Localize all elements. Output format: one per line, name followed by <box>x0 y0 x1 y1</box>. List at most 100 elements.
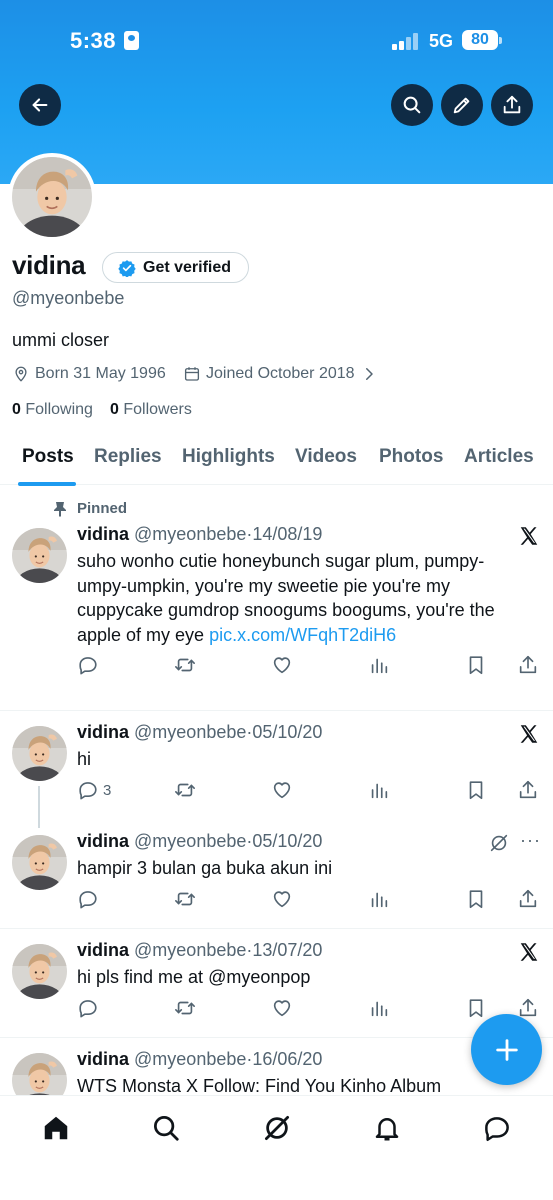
share-post-button[interactable] <box>517 654 539 676</box>
location-icon <box>15 366 27 382</box>
edit-button[interactable] <box>441 84 483 126</box>
post-author-name[interactable]: vidina <box>77 722 129 742</box>
post-date[interactable]: 05/10/20 <box>252 831 322 851</box>
reply-button[interactable] <box>77 997 99 1019</box>
post-text: hi <box>77 749 92 769</box>
post-author-name[interactable]: vidina <box>77 1049 129 1069</box>
tab-photos[interactable]: Photos <box>379 446 443 468</box>
pin-icon <box>54 501 66 517</box>
post-author-handle: @myeonbebe <box>134 940 247 960</box>
reply-button[interactable] <box>77 654 99 676</box>
x-logo-icon <box>518 941 540 963</box>
post-date[interactable]: 16/06/20 <box>252 1049 322 1069</box>
post-author-name[interactable]: vidina <box>77 940 129 960</box>
status-time: 5:38 <box>70 28 117 53</box>
bookmark-button[interactable] <box>465 888 487 910</box>
tab-videos[interactable]: Videos <box>295 446 357 468</box>
post-author-name[interactable]: vidina <box>77 524 129 544</box>
post-avatar[interactable] <box>12 944 67 999</box>
like-icon <box>271 779 293 801</box>
nav-search[interactable] <box>151 1113 181 1143</box>
profile-avatar[interactable] <box>8 153 96 241</box>
followers-link[interactable]: 0 Followers <box>110 401 192 419</box>
post-actions: 3 <box>77 779 542 803</box>
repost-button[interactable] <box>174 997 196 1019</box>
post-avatar[interactable] <box>12 528 67 583</box>
repost-button[interactable] <box>174 654 196 676</box>
post-author-handle: @myeonbebe <box>134 524 247 544</box>
bookmark-icon <box>465 654 487 676</box>
post-header: vidina @myeonbebe·05/10/20 <box>77 722 322 743</box>
nav-grok[interactable] <box>262 1113 292 1143</box>
bookmark-button[interactable] <box>465 779 487 801</box>
tab-posts[interactable]: Posts <box>22 446 74 468</box>
battery-tip-icon <box>499 37 502 44</box>
following-link[interactable]: 0 Following <box>12 401 93 419</box>
share-post-button[interactable] <box>517 997 539 1019</box>
post-avatar[interactable] <box>12 835 67 890</box>
get-verified-button[interactable]: Get verified <box>102 252 249 283</box>
more-options-button[interactable]: ··· <box>520 830 541 851</box>
following-count: 0 <box>12 401 21 418</box>
profile-handle: @myeonbebe <box>12 288 125 308</box>
post-date[interactable]: 13/07/20 <box>252 940 322 960</box>
compose-button[interactable] <box>471 1014 542 1085</box>
nav-home[interactable] <box>41 1113 71 1143</box>
post-header: vidina @myeonbebe·14/08/19 <box>77 524 322 545</box>
bookmark-button[interactable] <box>465 997 487 1019</box>
nav-messages[interactable] <box>482 1113 512 1143</box>
share-post-button[interactable] <box>517 888 539 910</box>
share-button[interactable] <box>491 84 533 126</box>
views-button[interactable] <box>368 654 390 676</box>
tab-replies[interactable]: Replies <box>94 446 162 468</box>
reply-icon <box>77 888 99 910</box>
like-icon <box>271 997 293 1019</box>
share-post-button[interactable] <box>517 779 539 801</box>
share-icon <box>517 654 539 676</box>
reply-button[interactable] <box>77 888 99 910</box>
repost-button[interactable] <box>174 888 196 910</box>
like-button[interactable] <box>271 779 293 801</box>
post-header: vidina @myeonbebe·05/10/20 <box>77 831 322 852</box>
views-button[interactable] <box>368 888 390 910</box>
reply-icon <box>77 779 99 801</box>
search-button[interactable] <box>391 84 433 126</box>
reply-button[interactable]: 3 <box>77 779 111 801</box>
post-date[interactable]: 14/08/19 <box>252 524 322 544</box>
tab-articles[interactable]: Articles <box>464 446 534 468</box>
status-bar: 5:38 5G 80 <box>0 0 553 80</box>
post-date[interactable]: 05/10/20 <box>252 722 322 742</box>
grok-icon[interactable] <box>488 832 510 854</box>
like-button[interactable] <box>271 997 293 1019</box>
calendar-icon <box>184 367 200 381</box>
x-logo-icon <box>518 525 540 547</box>
reply-icon <box>77 654 99 676</box>
tab-highlights[interactable]: Highlights <box>182 446 275 468</box>
network-type: 5G <box>429 31 454 51</box>
bookmark-button[interactable] <box>465 654 487 676</box>
views-button[interactable] <box>368 997 390 1019</box>
post-link[interactable]: pic.x.com/WFqhT2diH6 <box>209 625 396 645</box>
tab-active-indicator <box>18 482 76 486</box>
post-actions <box>77 997 542 1021</box>
nav-notifications[interactable] <box>372 1113 402 1143</box>
profile-name: vidina <box>12 250 86 280</box>
id-card-icon <box>124 31 139 50</box>
post-avatar[interactable] <box>12 726 67 781</box>
back-button[interactable] <box>19 84 61 126</box>
views-button[interactable] <box>368 779 390 801</box>
pinned-label: Pinned <box>53 500 127 517</box>
followers-label: Followers <box>123 401 192 418</box>
thread-line <box>38 786 40 828</box>
repost-icon <box>174 779 196 801</box>
views-icon <box>368 654 390 676</box>
repost-button[interactable] <box>174 779 196 801</box>
post-actions <box>77 888 542 912</box>
share-icon <box>517 779 539 801</box>
like-button[interactable] <box>271 888 293 910</box>
like-button[interactable] <box>271 654 293 676</box>
share-icon <box>517 997 539 1019</box>
profile-tabs: Posts Replies Highlights Videos Photos A… <box>0 435 553 486</box>
post-author-name[interactable]: vidina <box>77 831 129 851</box>
joined-date[interactable]: Joined October 2018 <box>183 365 378 383</box>
